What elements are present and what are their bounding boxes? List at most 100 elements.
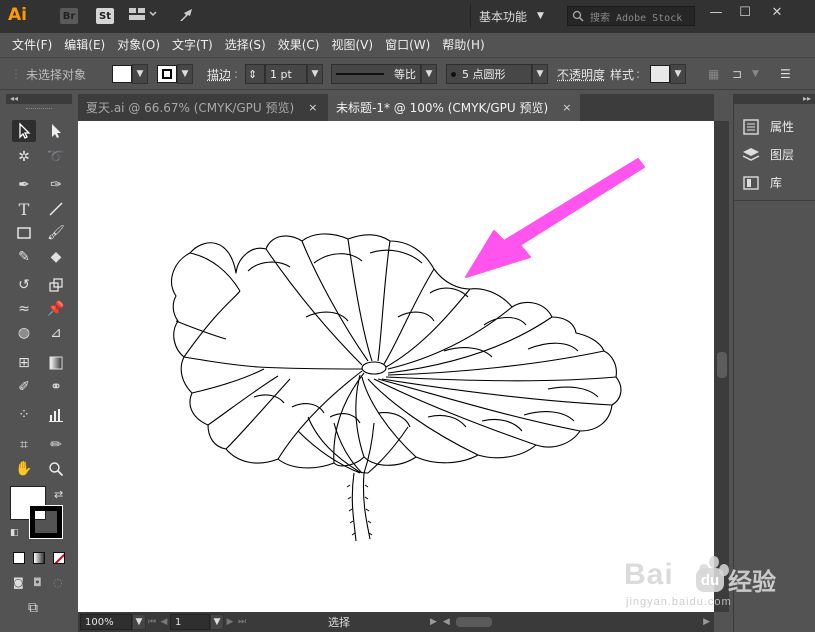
- perspective-grid-tool[interactable]: ⊿: [44, 322, 68, 344]
- fill-color-control[interactable]: ▼: [112, 64, 148, 84]
- type-tool[interactable]: T: [12, 198, 36, 220]
- panel-menu-icon[interactable]: ☰: [780, 64, 791, 84]
- stroke-profile-field[interactable]: 等比: [331, 64, 421, 84]
- rotate-tool[interactable]: ↺: [12, 274, 36, 296]
- brush-dropdown[interactable]: ▼: [532, 64, 548, 84]
- bridge-button[interactable]: Br: [60, 8, 78, 24]
- screen-mode-icon[interactable]: ⧉: [28, 600, 38, 616]
- scale-tool[interactable]: [44, 274, 68, 296]
- artboard-number-field[interactable]: 1: [170, 614, 210, 630]
- menu-object[interactable]: 对象(O): [117, 36, 160, 53]
- gpu-performance-icon[interactable]: [178, 7, 196, 27]
- panel-libraries[interactable]: 库: [742, 174, 782, 191]
- stock-button[interactable]: St: [96, 8, 114, 24]
- close-icon[interactable]: ×: [562, 101, 571, 114]
- scroll-left-icon[interactable]: ◀: [443, 617, 450, 627]
- zoom-tool[interactable]: [44, 458, 68, 480]
- none-mode-button[interactable]: [53, 552, 65, 564]
- stroke-color-box[interactable]: [29, 505, 63, 539]
- artboard-tool[interactable]: ⌗: [12, 434, 36, 456]
- first-artboard-icon[interactable]: ⏮: [146, 617, 158, 627]
- horizontal-scroll-thumb[interactable]: [455, 617, 492, 627]
- transform-dropdown-icon[interactable]: ▼: [752, 64, 759, 84]
- scroll-right-icon[interactable]: ▶: [703, 617, 710, 627]
- fill-swatch[interactable]: [112, 65, 132, 83]
- artboard[interactable]: [78, 121, 714, 612]
- pen-tool[interactable]: ✒: [12, 174, 36, 196]
- align-icon[interactable]: ▦: [708, 64, 719, 84]
- hand-tool[interactable]: ✋: [12, 458, 36, 480]
- menu-window[interactable]: 窗口(W): [385, 36, 430, 53]
- swap-colors-icon[interactable]: ⇄: [54, 488, 63, 501]
- shape-builder-tool[interactable]: ◍: [12, 322, 36, 344]
- panel-properties[interactable]: 属性: [742, 118, 794, 135]
- stroke-color-dropdown[interactable]: ▼: [177, 64, 193, 84]
- lotus-leaf-artwork[interactable]: [78, 121, 714, 612]
- menu-help[interactable]: 帮助(H): [442, 36, 484, 53]
- style-control[interactable]: ▼: [650, 64, 686, 84]
- minimize-button[interactable]: —: [705, 3, 727, 21]
- last-artboard-icon[interactable]: ⏭: [236, 617, 248, 627]
- selection-tool[interactable]: [12, 120, 36, 142]
- vertical-scroll-thumb[interactable]: [717, 352, 727, 378]
- zoom-level-field[interactable]: 100%: [80, 614, 132, 630]
- close-icon[interactable]: ×: [308, 101, 317, 114]
- eraser-tool[interactable]: ◆: [44, 246, 68, 268]
- column-graph-tool[interactable]: [44, 404, 68, 426]
- panel-layers[interactable]: 图层: [742, 146, 794, 163]
- stroke-label[interactable]: 描边: [207, 64, 231, 84]
- arrange-documents-icon[interactable]: [128, 7, 158, 25]
- puppet-warp-tool[interactable]: 📌: [44, 298, 68, 320]
- stroke-weight-field[interactable]: 1 pt: [265, 64, 307, 84]
- menu-edit[interactable]: 编辑(E): [64, 36, 105, 53]
- next-artboard-icon[interactable]: ▶: [224, 617, 236, 627]
- maximize-button[interactable]: ☐: [734, 3, 756, 21]
- stroke-profile-control[interactable]: 等比 ▼: [331, 64, 437, 84]
- mesh-tool[interactable]: ⊞: [12, 352, 36, 374]
- direct-selection-tool[interactable]: [44, 120, 68, 142]
- close-window-button[interactable]: ✕: [766, 3, 788, 21]
- workspace-switcher[interactable]: 基本功能 ▼: [470, 4, 556, 28]
- brush-field[interactable]: 5 点圆形: [446, 64, 532, 84]
- style-dropdown[interactable]: ▼: [670, 64, 686, 84]
- eyedropper-tool[interactable]: ✐: [12, 376, 36, 398]
- opacity-label[interactable]: 不透明度: [557, 64, 605, 84]
- zoom-dropdown[interactable]: ▼: [132, 614, 146, 630]
- tab-summer-ai[interactable]: 夏天.ai @ 66.67% (CMYK/GPU 预览) ×: [78, 94, 326, 121]
- prev-artboard-icon[interactable]: ◀: [158, 617, 170, 627]
- artboard-dropdown[interactable]: ▼: [210, 614, 224, 630]
- toolbar-collapse-strip[interactable]: ◂◂: [6, 94, 72, 104]
- transform-icon[interactable]: ⊐: [732, 64, 742, 84]
- symbol-sprayer-tool[interactable]: ⁘: [12, 404, 36, 426]
- draw-behind-icon[interactable]: ◘: [33, 576, 42, 589]
- menu-view[interactable]: 视图(V): [331, 36, 373, 53]
- stroke-color-control[interactable]: ▼: [157, 64, 193, 84]
- menu-file[interactable]: 文件(F): [12, 36, 52, 53]
- slice-tool[interactable]: ✏: [44, 434, 68, 456]
- paintbrush-tool[interactable]: 🖌: [44, 222, 68, 244]
- gradient-mode-button[interactable]: [33, 552, 45, 564]
- panel-collapse-strip[interactable]: ▸▸: [733, 94, 815, 104]
- blend-tool[interactable]: ⚭: [44, 376, 68, 398]
- brush-control[interactable]: 5 点圆形 ▼: [446, 64, 548, 84]
- line-tool[interactable]: [44, 198, 68, 220]
- stroke-profile-dropdown[interactable]: ▼: [421, 64, 437, 84]
- magic-wand-tool[interactable]: ✲: [12, 146, 36, 168]
- width-tool[interactable]: ≈: [12, 298, 36, 320]
- curvature-tool[interactable]: ✑: [44, 174, 68, 196]
- color-mode-button[interactable]: [13, 552, 25, 564]
- stroke-swatch[interactable]: [157, 65, 177, 83]
- shaper-tool[interactable]: ✎: [12, 246, 36, 268]
- default-colors-icon[interactable]: ◧: [10, 528, 19, 538]
- style-swatch[interactable]: [650, 65, 670, 83]
- stroke-weight-dropdown[interactable]: ▼: [307, 64, 323, 84]
- fill-dropdown[interactable]: ▼: [132, 64, 148, 84]
- draw-normal-icon[interactable]: ◙: [13, 576, 24, 589]
- gradient-tool[interactable]: [44, 352, 68, 374]
- stroke-weight-control[interactable]: ⇕ 1 pt ▼: [245, 64, 323, 84]
- menu-type[interactable]: 文字(T): [172, 36, 213, 53]
- stock-search-input[interactable]: 搜索 Adobe Stock: [567, 6, 695, 26]
- lasso-tool[interactable]: ➰: [44, 146, 68, 168]
- status-menu-icon[interactable]: ▶: [430, 617, 437, 627]
- menu-select[interactable]: 选择(S): [225, 36, 266, 53]
